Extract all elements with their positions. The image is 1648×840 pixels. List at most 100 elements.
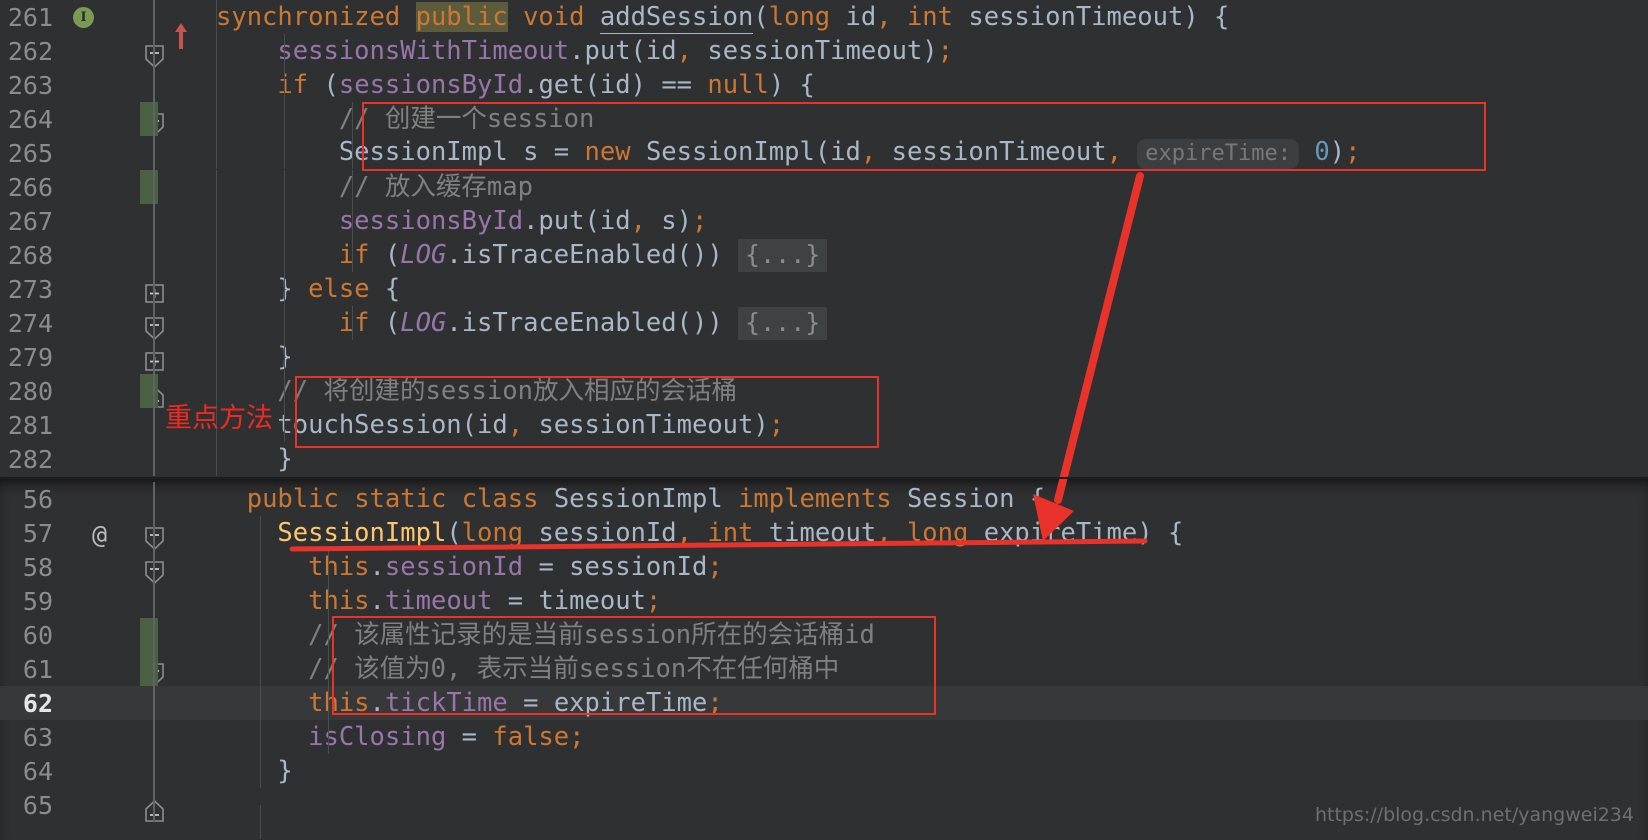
code-line-282[interactable]: 282 } (0, 442, 1648, 476)
gutter-markers[interactable] (62, 408, 132, 442)
fold-column[interactable] (132, 720, 216, 754)
gutter-markers[interactable] (62, 306, 132, 340)
vcs-change-marker[interactable] (140, 374, 158, 408)
gutter-markers[interactable]: I (62, 0, 188, 49)
fold-column[interactable] (132, 686, 216, 720)
gutter-markers[interactable] (62, 754, 132, 788)
fold-column[interactable] (132, 102, 216, 136)
line-number: 267 (7, 206, 53, 236)
folded-block-placeholder[interactable]: {...} (738, 239, 828, 272)
code-line-64[interactable]: 64 } (0, 754, 1648, 822)
fold-rail (153, 136, 155, 170)
fold-collapse-icon[interactable] (144, 489, 165, 551)
code-line-268[interactable]: 268 if (LOG.isTraceEnabled()) {...} (0, 238, 1648, 303)
code-line-267[interactable]: 267 sessionsById.put(id, s); (0, 204, 1648, 238)
code-line-263[interactable]: 263 if (sessionsById.get(id) == null) { (0, 68, 1648, 137)
line-number: 58 (22, 552, 53, 582)
code-line-57[interactable]: 57 @ SessionImpl(long sessionId, int tim… (0, 516, 1648, 585)
code-line-63[interactable]: 63 isClosing = false; (0, 720, 1648, 754)
gutter-markers[interactable] (62, 652, 132, 686)
gutter-markers[interactable] (62, 618, 132, 652)
fold-expand-icon[interactable] (144, 245, 165, 303)
line-number: 62 (22, 688, 53, 718)
code-line-279[interactable]: 279 } (0, 340, 1648, 408)
code-line-264[interactable]: 264 // 创建一个session (0, 102, 1648, 136)
fold-collapse-end-icon[interactable] (144, 449, 165, 470)
gutter-markers[interactable] (62, 788, 132, 822)
code-text: this.timeout = timeout; (216, 584, 1648, 618)
fold-collapse-icon[interactable] (144, 523, 165, 585)
fold-collapse-icon[interactable] (144, 7, 165, 69)
fold-column[interactable] (132, 204, 216, 238)
gutter-markers[interactable] (62, 272, 132, 306)
gutter-markers[interactable] (62, 550, 132, 584)
fold-collapse-icon[interactable] (144, 75, 165, 137)
fold-column[interactable] (132, 550, 216, 584)
gutter-markers[interactable] (62, 720, 132, 754)
fold-column[interactable] (132, 340, 216, 408)
fold-column[interactable] (132, 788, 216, 822)
fold-column[interactable] (132, 306, 216, 371)
gutter-markers[interactable] (62, 204, 132, 238)
fold-collapse-icon[interactable] (144, 279, 165, 341)
gutter-markers[interactable] (62, 442, 132, 476)
code-line-59[interactable]: 59 this.timeout = timeout; (0, 584, 1648, 618)
code-line-265[interactable]: 265 SessionImpl s = new SessionImpl(id, … (0, 135, 1648, 170)
code-line-266[interactable]: 266 // 放入缓存map (0, 170, 1648, 204)
gutter-markers[interactable] (62, 482, 132, 516)
gutter-markers[interactable] (62, 170, 132, 204)
code-line-56[interactable]: 56 public static class SessionImpl imple… (0, 482, 1648, 551)
fold-column[interactable] (132, 272, 216, 341)
gutter-markers[interactable] (62, 686, 132, 720)
code-line-58[interactable]: 58 this.sessionId = sessionId; (0, 550, 1648, 584)
fold-column[interactable] (132, 0, 216, 69)
code-line-60[interactable]: 60 // 该属性记录的是当前session所在的会话桶id (0, 618, 1648, 687)
fold-collapse-end-icon[interactable] (144, 659, 165, 720)
line-number: 57 (22, 518, 53, 548)
line-number: 265 (7, 138, 53, 168)
vcs-change-marker[interactable] (140, 102, 158, 136)
fold-collapse-end-icon[interactable] (144, 761, 165, 822)
line-number: 273 (7, 274, 53, 304)
gutter-markers[interactable] (62, 34, 132, 68)
folded-block-placeholder[interactable]: {...} (738, 307, 828, 340)
fold-column[interactable] (132, 442, 216, 476)
fold-column[interactable] (132, 68, 216, 137)
line-number: 64 (22, 756, 53, 786)
code-line-274[interactable]: 274 if (LOG.isTraceEnabled()) {...} (0, 306, 1648, 371)
fold-column[interactable] (132, 482, 216, 551)
fold-column[interactable] (132, 584, 216, 618)
gutter-markers[interactable] (62, 238, 132, 272)
code-line-262[interactable]: 262 sessionsWithTimeout.put(id, sessionT… (0, 34, 1648, 68)
fold-expand-icon[interactable] (144, 313, 165, 371)
code-line-261[interactable]: 261 I synchronized public void addSessio… (0, 0, 1648, 69)
line-number: 56 (22, 484, 53, 514)
vcs-change-marker[interactable] (140, 170, 158, 204)
gutter-markers[interactable] (62, 340, 132, 374)
gutter-markers[interactable] (62, 68, 132, 102)
fold-collapse-end-icon[interactable] (144, 347, 165, 408)
fold-column[interactable] (132, 618, 216, 687)
editor-pane-bottom[interactable]: 56 public static class SessionImpl imple… (0, 478, 1648, 840)
fold-column[interactable] (132, 652, 216, 720)
gutter-markers[interactable] (62, 374, 132, 408)
gutter-markers[interactable] (62, 136, 132, 170)
code-text: } (216, 754, 1648, 788)
fold-column[interactable] (132, 754, 216, 822)
fold-column[interactable] (132, 34, 216, 68)
annotation-at-icon[interactable]: @ (92, 520, 107, 549)
fold-rail (153, 550, 155, 584)
fold-column[interactable] (132, 170, 216, 204)
gutter-markers[interactable] (62, 584, 132, 618)
code-line-273[interactable]: 273 } else { (0, 272, 1648, 341)
code-line-61[interactable]: 61 // 该值为0, 表示当前session不在任何桶中 (0, 652, 1648, 720)
code-text: if (LOG.isTraceEnabled()) {...} (216, 306, 1648, 340)
fold-column[interactable] (132, 516, 216, 585)
fold-column[interactable] (132, 238, 216, 303)
gutter-markers[interactable]: @ (62, 516, 132, 550)
implemented-method-icon[interactable]: I (73, 7, 94, 28)
fold-column[interactable] (132, 136, 216, 170)
fold-collapse-icon[interactable] (144, 625, 165, 687)
gutter-markers[interactable] (62, 102, 132, 136)
code-line-62[interactable]: 62 this.tickTime = expireTime; (0, 686, 1648, 720)
